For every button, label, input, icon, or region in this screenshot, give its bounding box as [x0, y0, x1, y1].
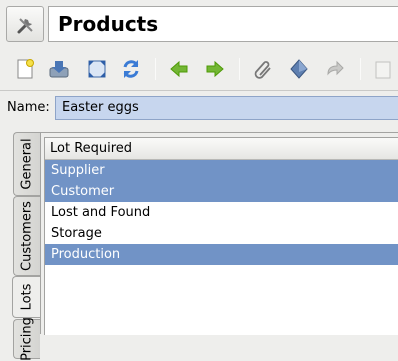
- refresh-icon[interactable]: [118, 56, 144, 82]
- tab-customers-label: Customers: [19, 201, 35, 271]
- toolbar-separator: [155, 58, 156, 80]
- tab-general[interactable]: General: [13, 132, 40, 196]
- vertical-tab-bar: General Customers Lots Pricing: [12, 132, 41, 361]
- tab-general-label: General: [19, 138, 35, 190]
- list-item-production[interactable]: Production: [45, 244, 398, 265]
- list-item-customer[interactable]: Customer: [45, 181, 398, 202]
- name-label: Name:: [7, 100, 50, 115]
- list-item-lost-and-found[interactable]: Lost and Found: [45, 202, 398, 223]
- name-field[interactable]: Easter eggs: [55, 96, 398, 120]
- expand-icon[interactable]: [84, 56, 110, 82]
- new-document-icon[interactable]: [12, 56, 38, 82]
- toolbar-separator: [239, 58, 240, 80]
- list-item-supplier[interactable]: Supplier: [45, 160, 398, 181]
- tab-customers[interactable]: Customers: [13, 196, 40, 276]
- list-item-storage[interactable]: Storage: [45, 223, 398, 244]
- paperclip-icon[interactable]: [250, 56, 276, 82]
- tab-pricing-label: Pricing: [19, 317, 35, 361]
- window-header: Products: [0, 0, 398, 48]
- lot-required-list: Lot Required Supplier Customer Lost and …: [44, 137, 398, 335]
- toolbar-separator: [360, 58, 361, 80]
- page-title: Products: [58, 12, 159, 36]
- lots-panel: Lot Required Supplier Customer Lost and …: [40, 132, 398, 335]
- save-icon[interactable]: [46, 56, 72, 82]
- tab-lots-label: Lots: [19, 283, 35, 311]
- title-bar: Products: [48, 6, 398, 42]
- column-header-lot-required[interactable]: Lot Required: [45, 138, 398, 160]
- header-divider: [0, 90, 398, 91]
- print-icon[interactable]: [370, 56, 396, 82]
- forward-icon[interactable]: [322, 56, 348, 82]
- tools-icon: [6, 6, 44, 42]
- toolbar: [0, 48, 398, 90]
- tab-lots[interactable]: Lots: [12, 276, 41, 318]
- tab-pricing[interactable]: Pricing: [13, 317, 40, 361]
- arrow-right-icon[interactable]: [202, 56, 228, 82]
- gem-icon[interactable]: [286, 56, 312, 82]
- arrow-left-icon[interactable]: [166, 56, 192, 82]
